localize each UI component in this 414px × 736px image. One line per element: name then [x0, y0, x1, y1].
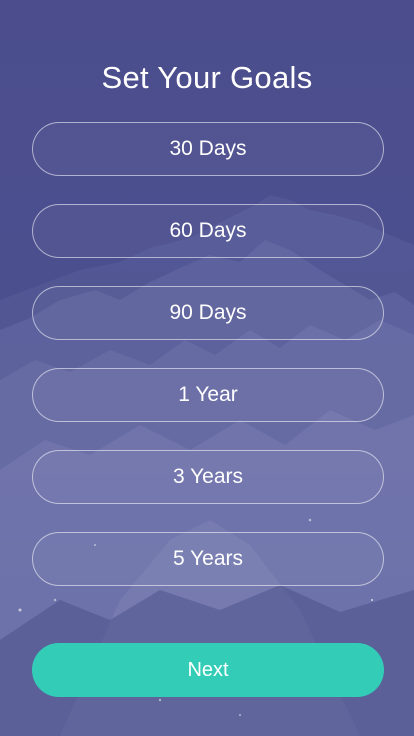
- goal-option-1-year[interactable]: 1 Year: [32, 368, 384, 422]
- goal-option-30-days[interactable]: 30 Days: [32, 122, 384, 176]
- goal-option-90-days[interactable]: 90 Days: [32, 286, 384, 340]
- next-button[interactable]: Next: [32, 643, 384, 697]
- goal-option-5-years[interactable]: 5 Years: [32, 532, 384, 586]
- goal-options-list: 30 Days 60 Days 90 Days 1 Year 3 Years 5…: [32, 122, 384, 614]
- goal-option-3-years[interactable]: 3 Years: [32, 450, 384, 504]
- page-title: Set Your Goals: [101, 60, 313, 95]
- goals-screen: Set Your Goals 30 Days 60 Days 90 Days 1…: [0, 0, 414, 736]
- goal-option-60-days[interactable]: 60 Days: [32, 204, 384, 258]
